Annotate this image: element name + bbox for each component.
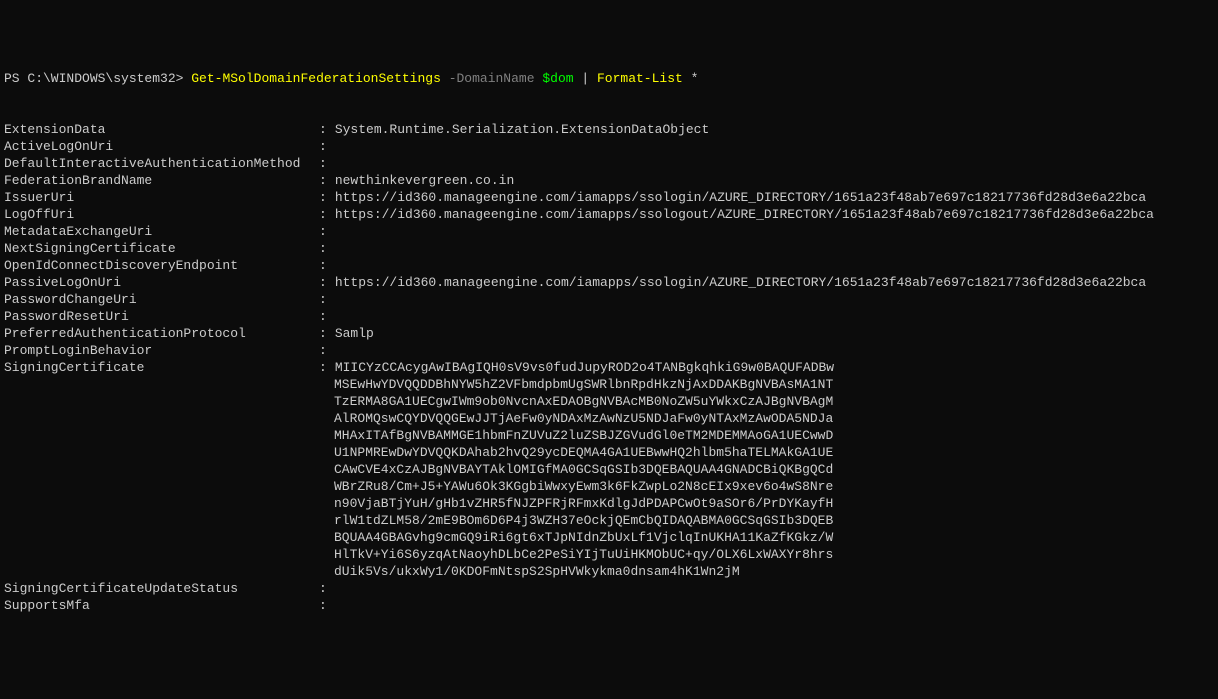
certificate-line: CAwCVE4xCzAJBgNVBAYTAklOMIGfMA0GCSqGSIb3…	[4, 461, 1214, 478]
property-name: SigningCertificateUpdateStatus	[4, 580, 319, 597]
colon: :	[319, 274, 335, 291]
property-row: PasswordResetUri:	[4, 308, 1214, 325]
blank-line	[4, 87, 1214, 104]
property-row: ExtensionData:System.Runtime.Serializati…	[4, 121, 1214, 138]
colon: :	[319, 121, 335, 138]
property-name: OpenIdConnectDiscoveryEndpoint	[4, 257, 319, 274]
certificate-line: HlTkV+Yi6S6yzqAtNaoyhDLbCe2PeSiYIjTuUiHK…	[4, 546, 1214, 563]
certificate-line: rlW1tdZLM58/2mE9BOm6D6P4j3WZH37eOckjQEmC…	[4, 512, 1214, 529]
blank-line	[4, 104, 1214, 121]
colon: :	[319, 155, 335, 172]
cmdlet-formatlist: Format-List	[597, 71, 683, 86]
certificate-line: AlROMQswCQYDVQQGEwJJTjAeFw0yNDAxMzAwNzU5…	[4, 410, 1214, 427]
property-name: DefaultInteractiveAuthenticationMethod	[4, 155, 319, 172]
certificate-line: MHAxITAfBgNVBAMMGE1hbmFnZUVuZ2luZSBJZGVu…	[4, 427, 1214, 444]
param-domainname: -DomainName	[449, 71, 535, 86]
colon: :	[319, 257, 335, 274]
colon: :	[319, 223, 335, 240]
property-name: PreferredAuthenticationProtocol	[4, 325, 319, 342]
property-row: ActiveLogOnUri:	[4, 138, 1214, 155]
certificate-line: n90VjaBTjYuH/gHb1vZHR5fNJZPFRjRFmxKdlgJd…	[4, 495, 1214, 512]
property-row-signingcertificate: SigningCertificate:MIICYzCCAcygAwIBAgIQH…	[4, 359, 1214, 376]
certificate-lines: MSEwHwYDVQQDDBhNYW5hZ2VFbmdpbmUgSWRlbnRp…	[4, 376, 1214, 580]
property-name: MetadataExchangeUri	[4, 223, 319, 240]
property-value: https://id360.manageengine.com/iamapps/s…	[335, 274, 1146, 291]
colon: :	[319, 189, 335, 206]
colon: :	[319, 325, 335, 342]
property-row: LogOffUri:https://id360.manageengine.com…	[4, 206, 1214, 223]
property-row: PasswordChangeUri:	[4, 291, 1214, 308]
colon: :	[319, 206, 335, 223]
colon: :	[319, 291, 335, 308]
property-name: SigningCertificate	[4, 359, 319, 376]
property-row: PromptLoginBehavior:	[4, 342, 1214, 359]
property-row: IssuerUri:https://id360.manageengine.com…	[4, 189, 1214, 206]
certificate-line: dUik5Vs/ukxWy1/0KDOFmNtspS2SpHVWkykma0dn…	[4, 563, 1214, 580]
tail-properties-list: SigningCertificateUpdateStatus:SupportsM…	[4, 580, 1214, 614]
terminal-output: PS C:\WINDOWS\system32> Get-MSolDomainFe…	[4, 70, 1214, 614]
property-value: https://id360.manageengine.com/iamapps/s…	[335, 189, 1146, 206]
property-value: newthinkevergreen.co.in	[335, 172, 514, 189]
colon: :	[319, 359, 335, 376]
cmdlet-name: Get-MSolDomainFederationSettings	[191, 71, 441, 86]
property-name: ExtensionData	[4, 121, 319, 138]
colon: :	[319, 308, 335, 325]
property-name: PasswordChangeUri	[4, 291, 319, 308]
colon: :	[319, 138, 335, 155]
certificate-line: U1NPMREwDwYDVQQKDAhab2hvQ29ycDEQMA4GA1UE…	[4, 444, 1214, 461]
property-name: FederationBrandName	[4, 172, 319, 189]
colon: :	[319, 580, 335, 597]
command-line[interactable]: PS C:\WINDOWS\system32> Get-MSolDomainFe…	[4, 70, 1214, 87]
property-row: SupportsMfa:	[4, 597, 1214, 614]
property-value: https://id360.manageengine.com/iamapps/s…	[335, 206, 1154, 223]
property-name: PasswordResetUri	[4, 308, 319, 325]
certificate-line: MSEwHwYDVQQDDBhNYW5hZ2VFbmdpbmUgSWRlbnRp…	[4, 376, 1214, 393]
property-name: IssuerUri	[4, 189, 319, 206]
property-row: OpenIdConnectDiscoveryEndpoint:	[4, 257, 1214, 274]
property-row: PreferredAuthenticationProtocol:Samlp	[4, 325, 1214, 342]
certificate-line: TzERMA8GA1UECgwIWm9ob0NvcnAxEDAOBgNVBAcM…	[4, 393, 1214, 410]
variable-dom: $dom	[542, 71, 573, 86]
property-row: DefaultInteractiveAuthenticationMethod:	[4, 155, 1214, 172]
pipe-operator: |	[581, 71, 589, 86]
format-arg: *	[691, 71, 699, 86]
property-value: Samlp	[335, 325, 374, 342]
colon: :	[319, 342, 335, 359]
colon: :	[319, 597, 335, 614]
property-row: FederationBrandName:newthinkevergreen.co…	[4, 172, 1214, 189]
prompt-prefix: PS	[4, 71, 27, 86]
property-name: LogOffUri	[4, 206, 319, 223]
property-name: SupportsMfa	[4, 597, 319, 614]
property-name: PromptLoginBehavior	[4, 342, 319, 359]
property-row: PassiveLogOnUri:https://id360.manageengi…	[4, 274, 1214, 291]
property-row: NextSigningCertificate:	[4, 240, 1214, 257]
property-row: SigningCertificateUpdateStatus:	[4, 580, 1214, 597]
property-row: MetadataExchangeUri:	[4, 223, 1214, 240]
colon: :	[319, 172, 335, 189]
certificate-line: BQUAA4GBAGvhg9cmGQ9iRi6gt6xTJpNIdnZbUxLf…	[4, 529, 1214, 546]
prompt-path: C:\WINDOWS\system32>	[27, 71, 183, 86]
property-name: PassiveLogOnUri	[4, 274, 319, 291]
property-name: ActiveLogOnUri	[4, 138, 319, 155]
properties-list: ExtensionData:System.Runtime.Serializati…	[4, 121, 1214, 359]
certificate-line: WBrZRu8/Cm+J5+YAWu6Ok3KGgbiWwxyEwm3k6FkZ…	[4, 478, 1214, 495]
property-value: MIICYzCCAcygAwIBAgIQH0sV9vs0fudJupyROD2o…	[335, 359, 834, 376]
property-name: NextSigningCertificate	[4, 240, 319, 257]
colon: :	[319, 240, 335, 257]
property-value: System.Runtime.Serialization.ExtensionDa…	[335, 121, 709, 138]
